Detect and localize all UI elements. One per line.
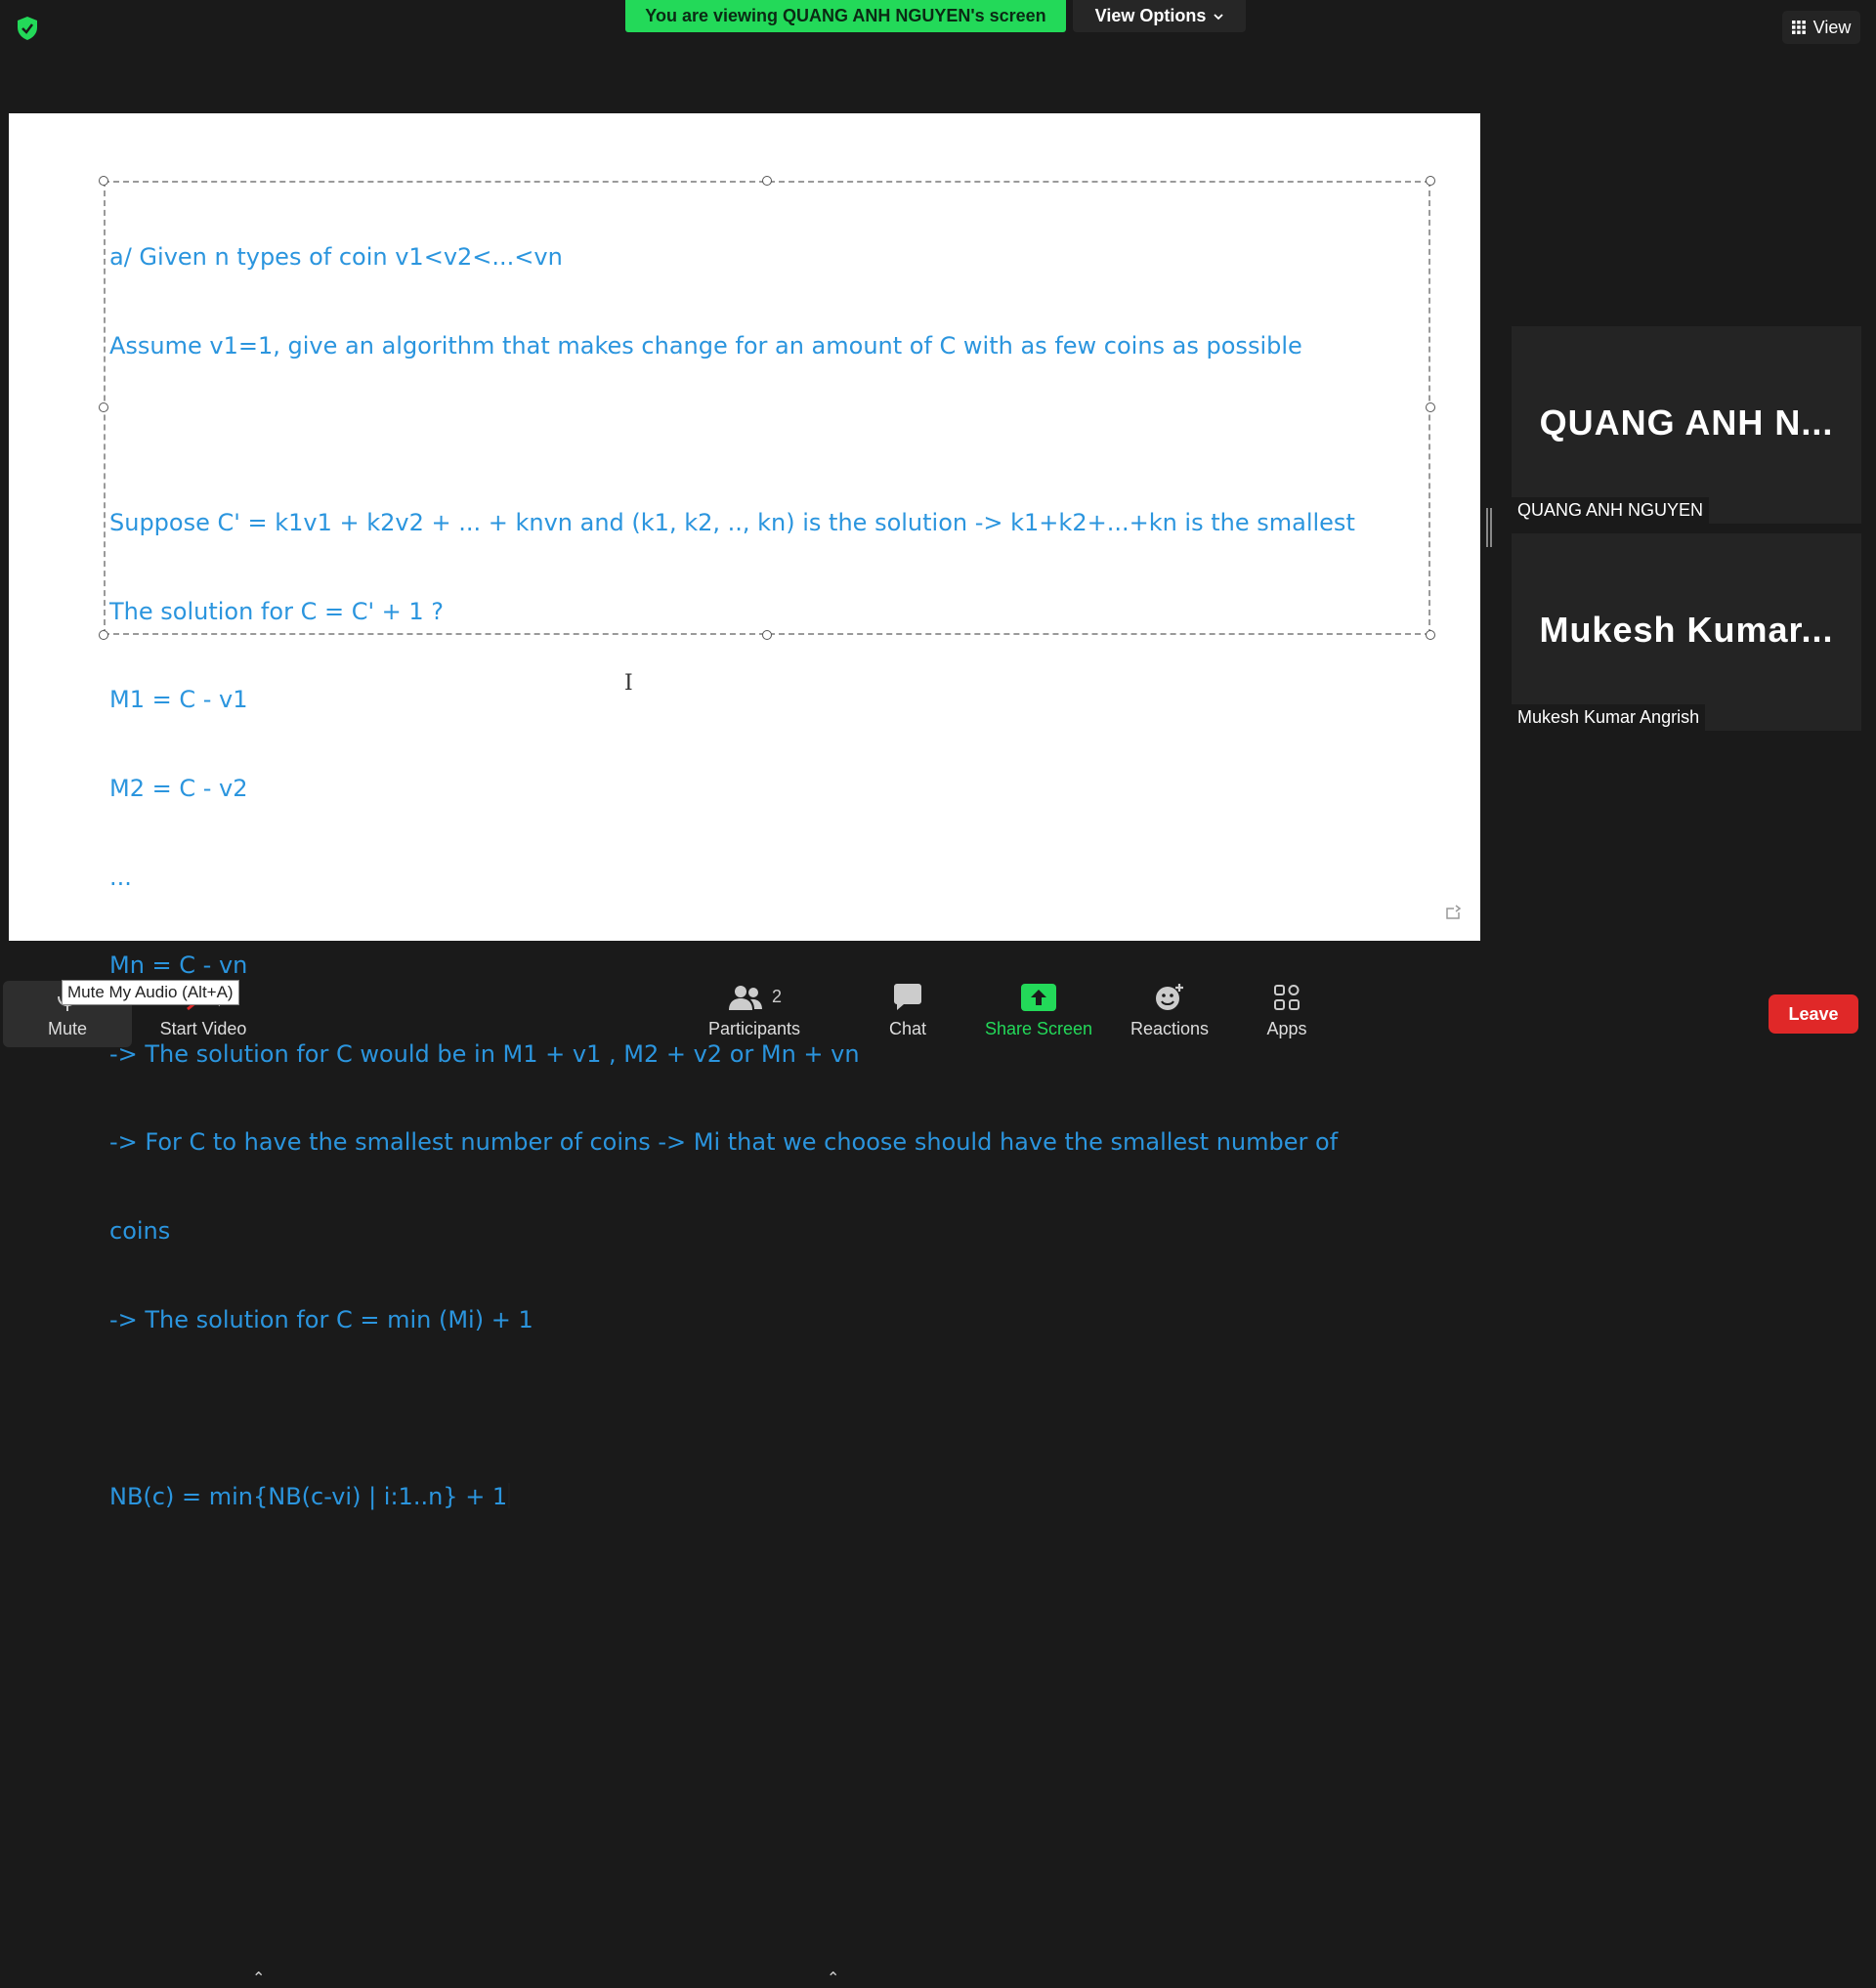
text-line: Mn = C - vn	[109, 951, 1438, 980]
text-line: -> The solution for C = min (Mi) + 1	[109, 1305, 1438, 1334]
meeting-toolbar: Mute Start Video ⌃ 2 Participants ⌃	[0, 977, 1876, 1055]
text-line: M1 = C - v1	[109, 685, 1438, 714]
chat-icon	[892, 981, 923, 1013]
text-line-last: NB(c) = min{NB(c-vi) | i:1..n} + 1	[109, 1482, 1438, 1511]
mute-tooltip: Mute My Audio (Alt+A)	[62, 980, 239, 1005]
participants-options-caret-icon[interactable]: ⌃	[827, 1968, 839, 1988]
ibeam-cursor-icon: I	[624, 671, 633, 696]
share-screen-button[interactable]: Share Screen	[980, 981, 1097, 1047]
apps-icon	[1273, 981, 1300, 1013]
participants-count: 2	[772, 987, 782, 1007]
participant-name-label: Mukesh Kumar Angrish	[1512, 704, 1705, 731]
security-shield-icon[interactable]	[14, 15, 41, 42]
text-line: Suppose C' = k1v1 + k2v2 + ... + knvn an…	[109, 508, 1438, 537]
participant-display-name: Mukesh Kumar...	[1512, 610, 1861, 651]
resize-handle-bottom-left[interactable]	[99, 630, 108, 640]
participants-button[interactable]: 2 Participants	[696, 981, 813, 1047]
participant-tile[interactable]: QUANG ANH N... QUANG ANH NGUYEN	[1512, 326, 1861, 524]
share-screen-icon	[1021, 981, 1056, 1013]
video-options-caret-icon[interactable]: ⌃	[252, 1968, 265, 1988]
shared-screen: a/ Given n types of coin v1<v2<...<vn As…	[9, 113, 1480, 941]
text-line: -> For C to have the smallest number of …	[109, 1127, 1438, 1157]
participant-name-label: QUANG ANH NGUYEN	[1512, 497, 1709, 524]
viewing-banner-text: You are viewing QUANG ANH NGUYEN's scree…	[645, 6, 1045, 26]
text-line: M2 = C - v2	[109, 774, 1438, 803]
text-line: Assume v1=1, give an algorithm that make…	[109, 331, 1438, 360]
rotate-icon[interactable]	[1443, 904, 1463, 923]
apps-label: Apps	[1266, 1019, 1306, 1039]
text-line: NB(c) = min{NB(c-vi) | i:1..n} + 1	[109, 1483, 507, 1510]
grid-icon	[1792, 21, 1806, 34]
leave-button[interactable]: Leave	[1769, 994, 1858, 1034]
participants-icon: 2	[727, 981, 782, 1013]
text-line	[109, 1393, 1438, 1422]
apps-button[interactable]: Apps	[1228, 981, 1345, 1047]
participant-display-name: QUANG ANH N...	[1512, 402, 1861, 444]
resize-handle-top-left[interactable]	[99, 176, 108, 186]
chat-label: Chat	[889, 1019, 926, 1039]
view-layout-button[interactable]: View	[1782, 11, 1860, 44]
text-box[interactable]: a/ Given n types of coin v1<v2<...<vn As…	[109, 184, 1438, 1570]
viewing-screen-banner: You are viewing QUANG ANH NGUYEN's scree…	[625, 0, 1066, 32]
chevron-down-icon	[1214, 13, 1223, 21]
text-line: coins	[109, 1216, 1438, 1246]
text-line: a/ Given n types of coin v1<v2<...<vn	[109, 242, 1438, 272]
text-line: The solution for C = C' + 1 ?	[109, 597, 1438, 626]
participant-tile[interactable]: Mukesh Kumar... Mukesh Kumar Angrish	[1512, 533, 1861, 731]
text-line	[109, 420, 1438, 449]
resize-handle-middle-left[interactable]	[99, 402, 108, 412]
participants-label: Participants	[708, 1019, 800, 1039]
view-options-label: View Options	[1095, 6, 1207, 26]
text-line: ...	[109, 863, 1438, 892]
reactions-icon	[1154, 981, 1185, 1013]
start-video-label: Start Video	[160, 1019, 247, 1039]
reactions-button[interactable]: Reactions	[1111, 981, 1228, 1047]
view-options-button[interactable]: View Options	[1073, 0, 1246, 32]
chat-button[interactable]: Chat	[849, 981, 966, 1047]
reactions-label: Reactions	[1130, 1019, 1209, 1039]
mute-label: Mute	[48, 1019, 87, 1039]
text-caret	[508, 1483, 510, 1508]
panel-resize-handle[interactable]	[1486, 508, 1492, 547]
share-screen-label: Share Screen	[985, 1019, 1092, 1039]
view-label: View	[1813, 18, 1852, 38]
